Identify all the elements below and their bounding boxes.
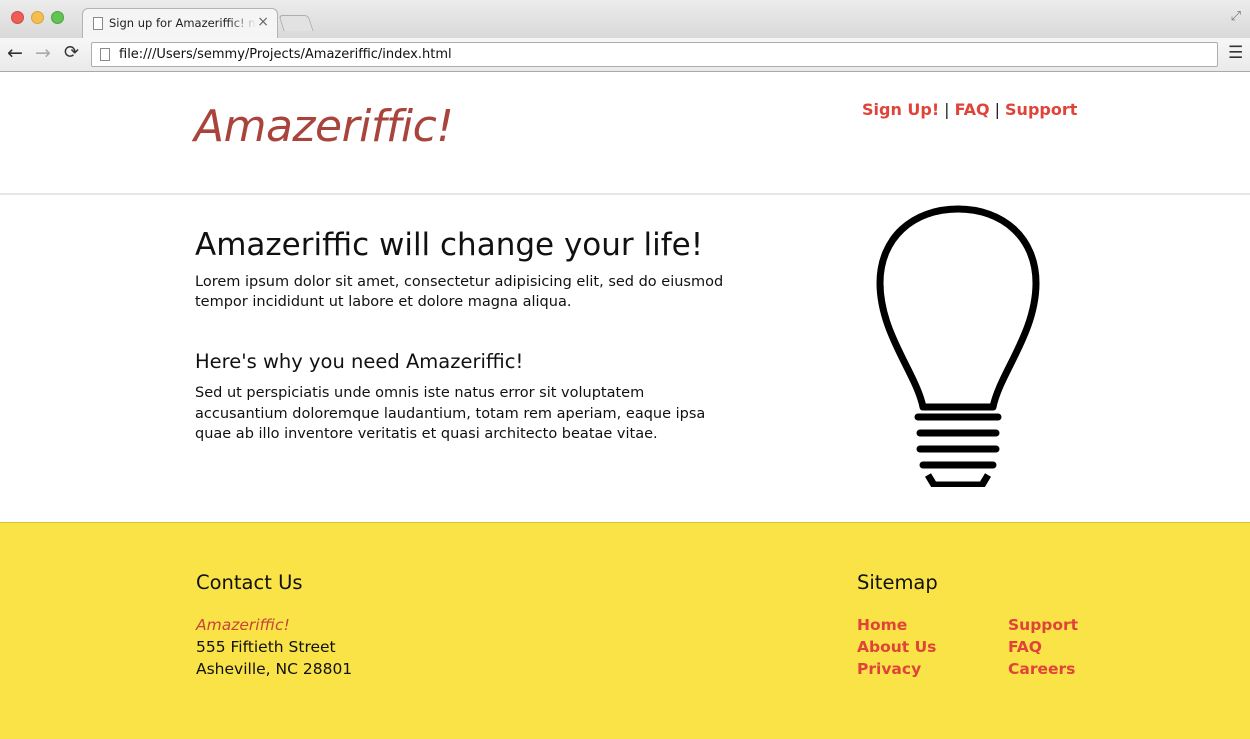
browser-toolbar: ← → ⟳ ☰ — [0, 38, 1250, 72]
nav-separator: | — [944, 100, 950, 119]
sitemap-about-link[interactable]: About Us — [857, 638, 936, 656]
new-tab-button[interactable] — [278, 15, 314, 31]
page-icon — [93, 17, 103, 30]
nav-signup-link[interactable]: Sign Up! — [862, 100, 939, 119]
nav-separator: | — [994, 100, 1001, 119]
why-text: Sed ut perspiciatis unde omnis iste natu… — [195, 385, 706, 442]
sitemap-careers-link[interactable]: Careers — [1008, 660, 1075, 678]
address-bar[interactable] — [91, 42, 1218, 67]
company-name: Amazeriffic! — [196, 616, 290, 634]
tab-close-icon[interactable]: × — [257, 14, 269, 30]
sitemap-home-link[interactable]: Home — [857, 616, 907, 634]
close-window-button[interactable] — [11, 11, 24, 24]
address-street: 555 Fiftieth Street — [196, 638, 336, 656]
sitemap-privacy-link[interactable]: Privacy — [857, 660, 921, 678]
why-title: Here's why you need Amazeriffic! — [195, 350, 524, 373]
fullscreen-icon[interactable]: ⤢ — [1231, 9, 1241, 24]
url-input[interactable] — [119, 45, 1199, 64]
list-item: FAQ — [1008, 636, 1078, 658]
sitemap-title: Sitemap — [857, 571, 938, 594]
contact-address: Amazeriffic! 555 Fiftieth Street Ashevil… — [196, 614, 352, 680]
minimize-window-button[interactable] — [31, 11, 44, 24]
page-icon — [100, 48, 110, 61]
top-nav: Sign Up! | FAQ | Support — [862, 100, 1077, 119]
zoom-window-button[interactable] — [51, 11, 64, 24]
tab-title: Sign up for Amazeriffic! now — [109, 16, 257, 30]
hero-text: Lorem ipsum dolor sit amet, consectetur … — [195, 274, 724, 310]
site-header: Amazeriffic! Sign Up! | FAQ | Support — [0, 72, 1250, 195]
main-content: Amazeriffic will change your life! Lorem… — [0, 195, 1250, 522]
lightbulb-icon — [876, 205, 1040, 487]
sitemap-column-1: Home About Us Privacy — [857, 614, 936, 680]
browser-tab[interactable]: Sign up for Amazeriffic! now × — [82, 8, 278, 39]
sitemap-faq-link[interactable]: FAQ — [1008, 638, 1042, 656]
list-item: About Us — [857, 636, 936, 658]
address-city: Asheville, NC 28801 — [196, 660, 353, 678]
list-item: Support — [1008, 614, 1078, 636]
sitemap-column-2: Support FAQ Careers — [1008, 614, 1078, 680]
list-item: Careers — [1008, 658, 1078, 680]
nav-faq-link[interactable]: FAQ — [955, 100, 990, 119]
reload-icon[interactable]: ⟳ — [64, 42, 79, 64]
list-item: Home — [857, 614, 936, 636]
web-page: Amazeriffic! Sign Up! | FAQ | Support Amazer… — [0, 72, 1250, 739]
site-logo: Amazeriffic! — [194, 101, 454, 152]
site-footer: Contact Us Amazeriffic! 555 Fiftieth Str… — [0, 522, 1250, 739]
back-arrow-icon[interactable]: ← — [7, 42, 23, 64]
nav-support-link[interactable]: Support — [1005, 100, 1077, 119]
contact-title: Contact Us — [196, 571, 303, 594]
menu-icon[interactable]: ☰ — [1228, 43, 1243, 63]
browser-titlebar: Sign up for Amazeriffic! now × ⤢ — [0, 0, 1250, 39]
sitemap-support-link[interactable]: Support — [1008, 616, 1078, 634]
list-item: Privacy — [857, 658, 936, 680]
forward-arrow-icon[interactable]: → — [35, 42, 51, 64]
hero-title: Amazeriffic will change your life! — [195, 227, 704, 263]
